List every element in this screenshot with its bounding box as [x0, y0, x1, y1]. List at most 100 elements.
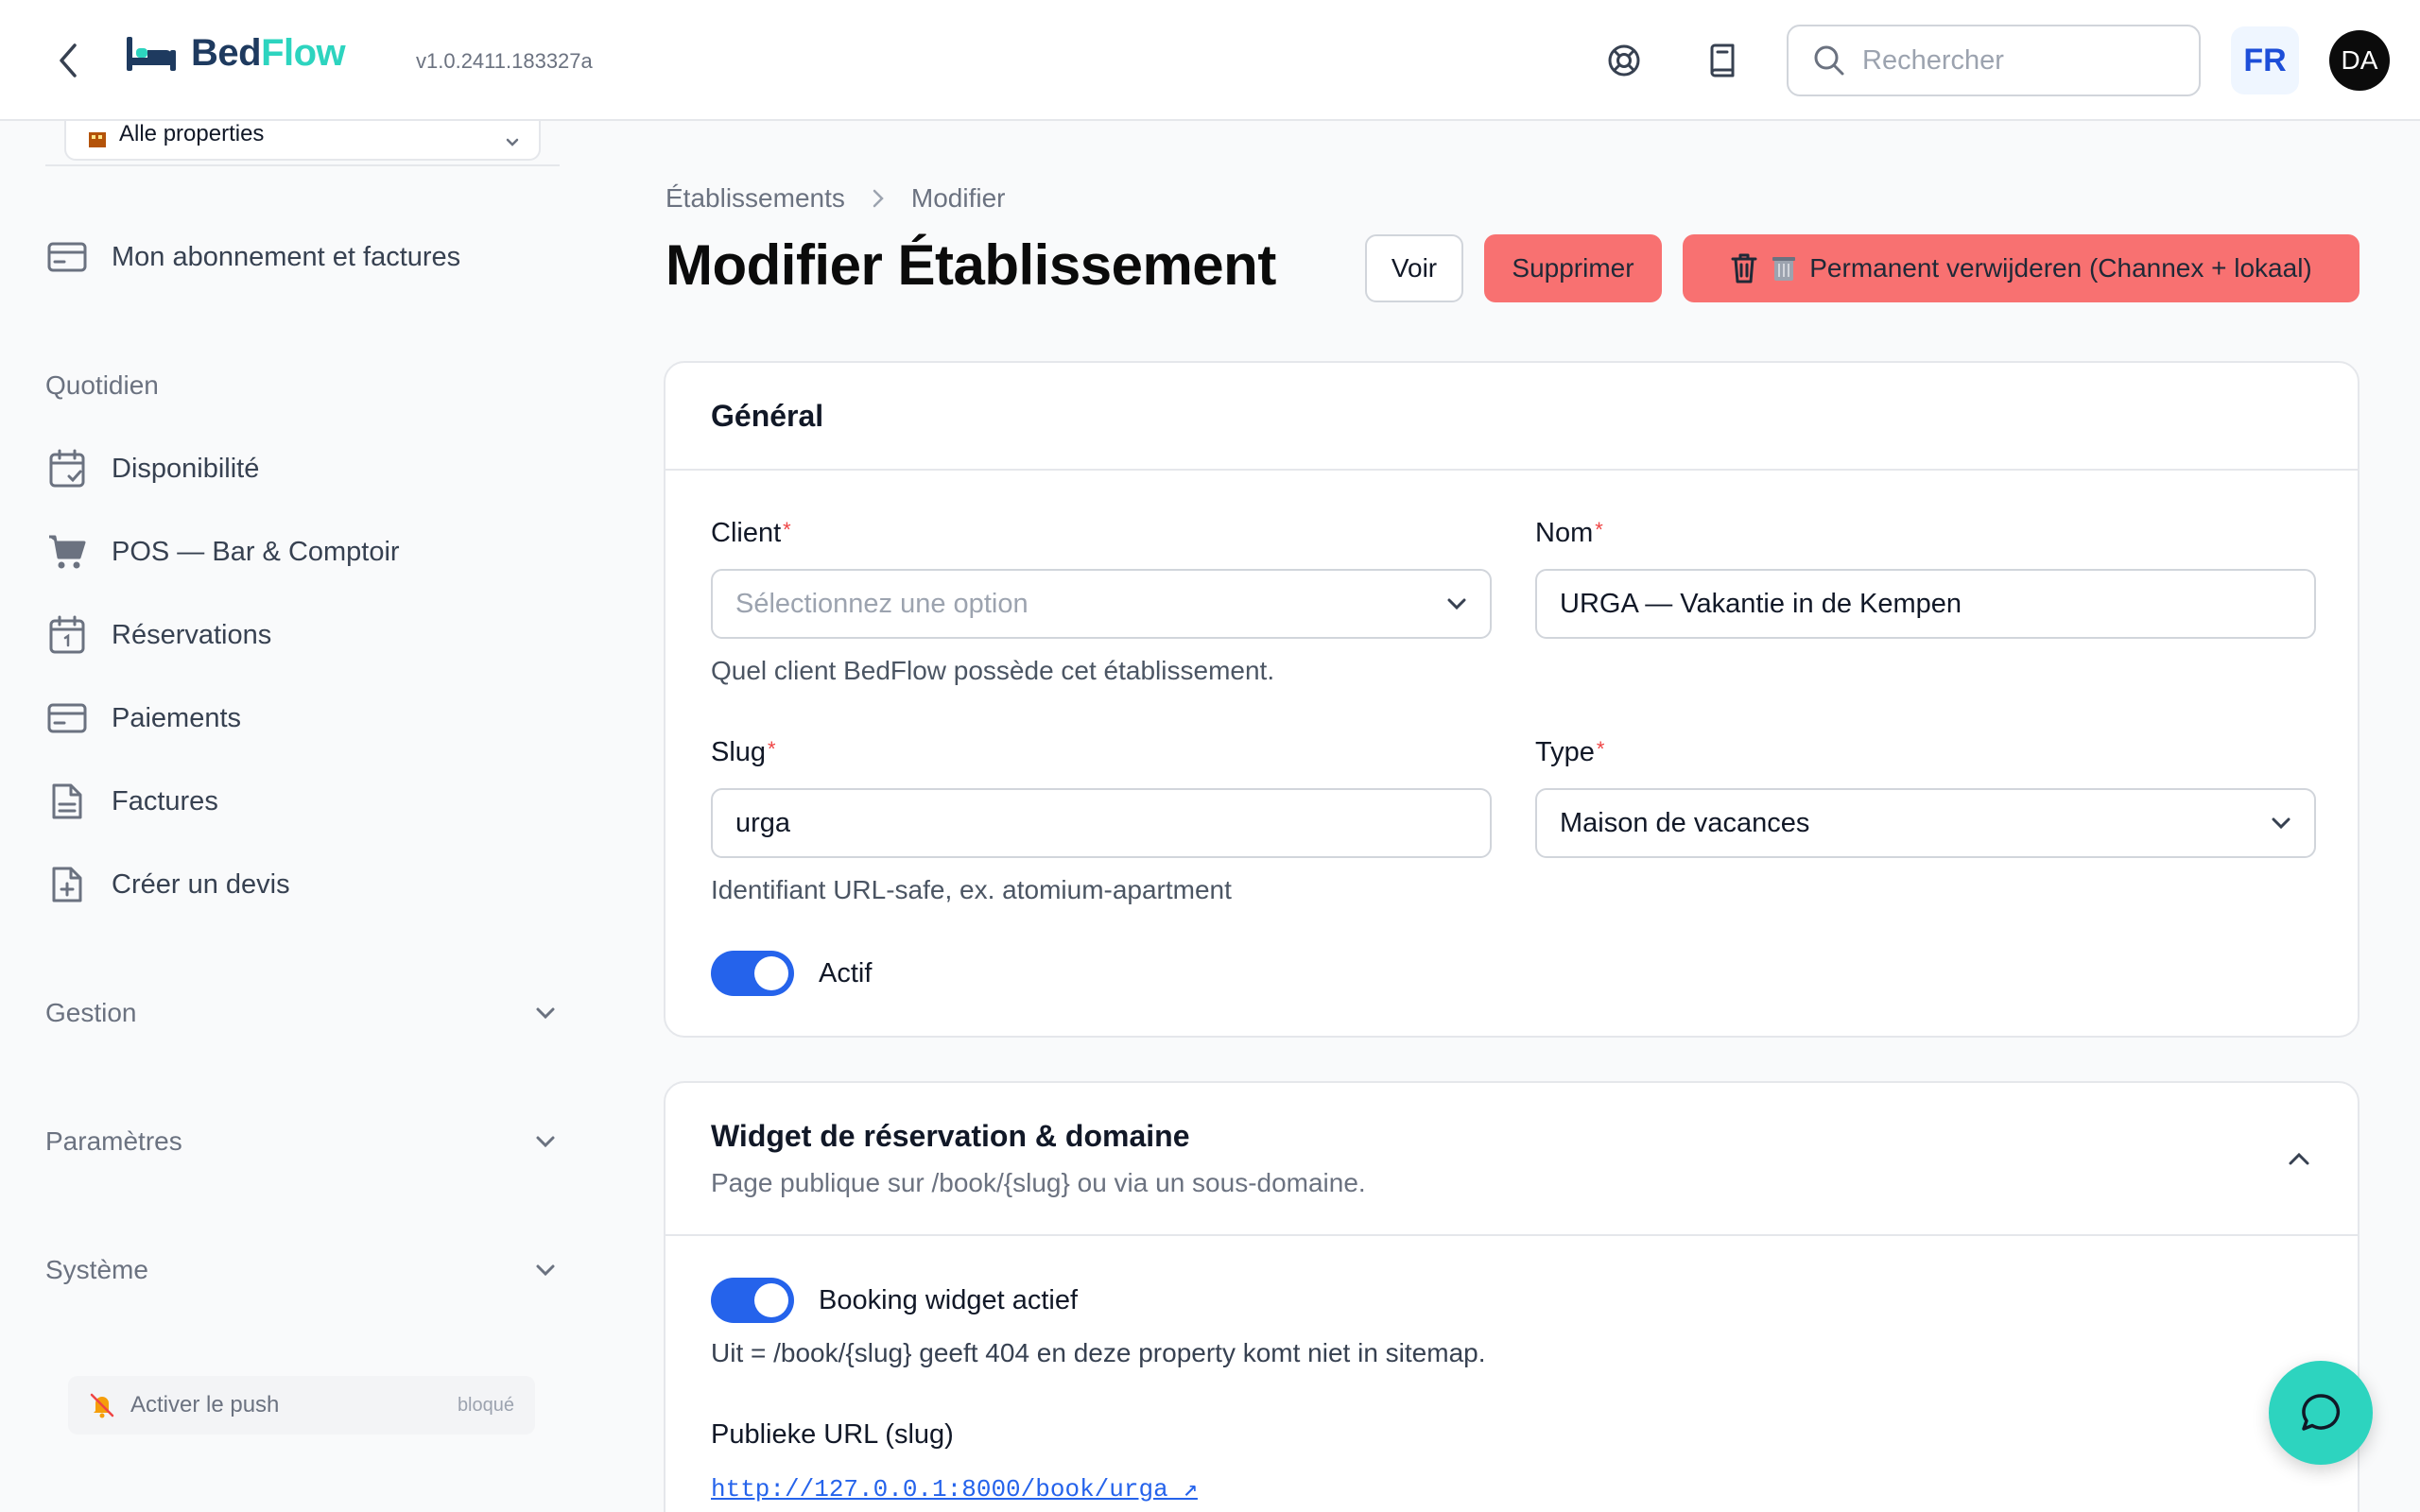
group-label: Gestion	[45, 998, 137, 1027]
sidebar-item-label: Paiements	[112, 702, 242, 733]
group-toggle-system[interactable]: Système	[45, 1242, 556, 1298]
sidebar-item-invoices[interactable]: Factures	[45, 773, 556, 830]
booking-widget-section: Widget de réservation & domaine Page pub…	[664, 1081, 2360, 1512]
sidebar-item-availability[interactable]: Disponibilité	[45, 440, 556, 497]
booking-widget-toggle-label: Booking widget actief	[819, 1285, 1079, 1315]
sidebar-item-reservations[interactable]: Réservations	[45, 607, 556, 663]
sidebar-item-subscription[interactable]: Mon abonnement et factures	[45, 229, 556, 285]
brand-logo[interactable]: BedFlow	[125, 32, 346, 75]
client-hint: Quel client BedFlow possède cet établiss…	[711, 656, 1275, 685]
sidebar-item-label: Créer un devis	[112, 868, 290, 900]
public-url-label: Publieke URL (slug)	[711, 1419, 954, 1450]
collapse-section-button[interactable]	[2280, 1140, 2318, 1177]
group-toggle-management[interactable]: Gestion	[45, 985, 556, 1041]
breadcrumb-link[interactable]: Établissements	[666, 183, 845, 214]
section-divider	[666, 1234, 2358, 1236]
sidebar-item-label: POS — Bar & Comptoir	[112, 536, 400, 567]
type-select[interactable]: Maison de vacances	[1535, 788, 2316, 858]
slug-hint: Identifiant URL-safe, ex. atomium-apartm…	[711, 875, 1232, 904]
chevron-down-icon	[536, 1007, 555, 1020]
sidebar-item-label: Mon abonnement et factures	[112, 241, 461, 272]
sidebar-item-label: Réservations	[112, 619, 272, 650]
docs-button[interactable]	[1700, 38, 1745, 83]
push-state: bloqué	[457, 1394, 514, 1416]
sidebar-item-label: Factures	[112, 785, 218, 816]
client-select[interactable]: Sélectionnez une option	[711, 569, 1492, 639]
credit-card-icon	[47, 703, 87, 733]
breadcrumb-current: Modifier	[910, 183, 1006, 213]
booking-widget-toggle[interactable]	[711, 1278, 794, 1323]
book-icon	[1710, 43, 1735, 77]
slug-input[interactable]	[735, 807, 1467, 839]
language-switcher[interactable]: FR	[2231, 26, 2299, 94]
search-input[interactable]	[1862, 44, 2184, 77]
slug-field[interactable]	[711, 788, 1492, 858]
group-label-daily: Quotidien	[45, 370, 159, 400]
permanent-delete-button[interactable]: Permanent verwijderen (Channex + lokaal)	[1683, 234, 2360, 302]
trash-icon	[1731, 253, 1757, 284]
document-plus-icon	[52, 867, 82, 902]
chevron-down-icon	[1447, 598, 1466, 610]
general-section: Général Client* Sélectionnez une option …	[664, 361, 2360, 1038]
document-text-icon	[52, 783, 82, 819]
section-subtitle: Page publique sur /book/{slug} ou via un…	[711, 1168, 1366, 1197]
name-field[interactable]	[1535, 569, 2316, 639]
sidebar-divider	[45, 164, 560, 166]
group-label: Système	[45, 1255, 148, 1284]
breadcrumb: Établissements Modifier	[666, 183, 1005, 214]
calendar-check-icon	[49, 449, 85, 488]
wastebasket-icon	[1772, 257, 1796, 281]
chevron-right-icon	[872, 188, 885, 209]
push-notifications-toggle[interactable]: Activer le push bloqué	[68, 1376, 535, 1435]
slug-label: Slug*	[711, 737, 776, 767]
user-avatar[interactable]: DA	[2329, 30, 2390, 91]
push-label: Activer le push	[130, 1392, 280, 1418]
global-search[interactable]	[1787, 25, 2201, 96]
lifebuoy-icon	[1608, 44, 1640, 77]
client-label: Client*	[711, 518, 791, 548]
calendar-icon	[49, 615, 85, 654]
chat-button[interactable]	[2269, 1361, 2373, 1465]
brand-name: BedFlow	[191, 32, 346, 74]
type-select-value: Maison de vacances	[1560, 807, 1810, 838]
app-version: v1.0.2411.183327a	[416, 49, 593, 73]
group-label: Paramètres	[45, 1126, 182, 1156]
building-icon	[89, 132, 106, 147]
active-toggle[interactable]	[711, 951, 794, 996]
section-divider	[666, 469, 2358, 471]
section-title: Widget de réservation & domaine	[711, 1119, 1190, 1153]
sidebar-item-payments[interactable]: Paiements	[45, 690, 556, 747]
chevron-down-icon	[536, 1264, 555, 1277]
name-label: Nom*	[1535, 518, 1603, 548]
credit-card-icon	[47, 242, 87, 272]
view-button[interactable]: Voir	[1365, 234, 1463, 302]
top-bar: BedFlow v1.0.2411.183327a FR DA	[0, 0, 2420, 121]
sidebar: Alle properties Mon abonnement et factur…	[0, 102, 586, 1512]
chevron-down-icon	[536, 1136, 555, 1148]
sidebar-item-create-quote[interactable]: Créer un devis	[45, 856, 556, 913]
client-select-placeholder: Sélectionnez une option	[735, 588, 1028, 619]
active-toggle-label: Actif	[819, 958, 873, 988]
property-select-value: Alle properties	[119, 121, 265, 146]
booking-widget-hint: Uit = /book/{slug} geeft 404 en deze pro…	[711, 1338, 1486, 1367]
bed-icon	[127, 36, 176, 71]
group-toggle-settings[interactable]: Paramètres	[45, 1113, 556, 1170]
permanent-delete-label: Permanent verwijderen (Channex + lokaal)	[1809, 253, 2312, 283]
chevron-up-icon	[2289, 1152, 2309, 1165]
chevron-down-icon	[2272, 817, 2290, 830]
delete-button[interactable]: Supprimer	[1484, 234, 1662, 302]
search-icon	[1814, 45, 1844, 76]
shopping-cart-icon	[49, 535, 86, 569]
chat-bubble-icon	[2302, 1394, 2341, 1431]
chevron-left-icon	[60, 43, 77, 77]
type-label: Type*	[1535, 737, 1605, 767]
public-url-link[interactable]: http://127.0.0.1:8000/book/urga ↗	[711, 1474, 1198, 1503]
support-button[interactable]	[1601, 38, 1647, 83]
chevron-down-icon	[506, 138, 519, 146]
sidebar-item-label: Disponibilité	[112, 453, 260, 484]
name-input[interactable]	[1560, 588, 2291, 620]
back-button[interactable]	[49, 38, 87, 83]
sidebar-item-pos[interactable]: POS — Bar & Comptoir	[45, 524, 556, 580]
page-title: Modifier Établissement	[666, 233, 1276, 297]
section-title: Général	[711, 399, 824, 433]
